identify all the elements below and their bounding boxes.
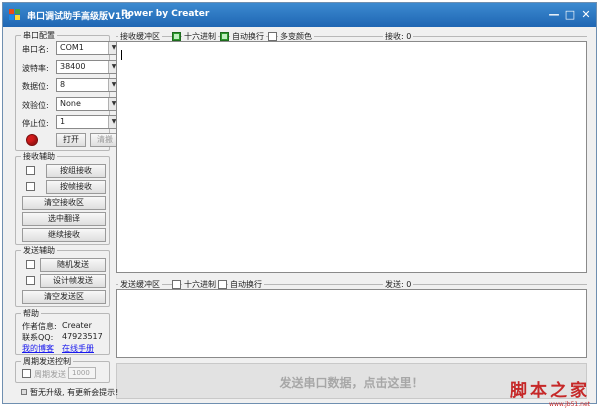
clear-send-button[interactable]: 清空发送区 <box>22 290 106 304</box>
databits-select[interactable]: 8 ▼ <box>56 78 120 92</box>
author-label: 作者信息: <box>22 322 57 331</box>
qq-label: 联系QQ: <box>22 333 54 342</box>
send-wrap-checkbox[interactable] <box>218 280 227 289</box>
open-port-button[interactable]: 打开 <box>56 133 86 147</box>
flip-selected-button[interactable]: 选中翻译 <box>22 212 106 226</box>
help-group: 帮助 作者信息: Creater 联系QQ: 47923517 我的博客 在线手… <box>15 308 110 355</box>
author-value: Creater <box>62 321 92 330</box>
random-send-checkbox[interactable] <box>26 260 35 269</box>
periodic-send-label: 周期发送 <box>34 370 66 379</box>
receive-textarea[interactable] <box>116 41 587 273</box>
interval-input[interactable]: 1000 <box>68 367 96 379</box>
periodic-send-title: 周期发送控制 <box>21 356 73 367</box>
serial-config-group: 串口配置 串口名: COM1 ▼ 波特率: 38400 ▼ 数据位: 8 ▼ 效… <box>15 30 120 151</box>
blog-link[interactable]: 我的博客 <box>22 343 54 354</box>
manual-link[interactable]: 在线手册 <box>62 343 94 354</box>
port-select[interactable]: COM1 ▼ <box>56 41 120 55</box>
status-icon <box>21 389 27 395</box>
send-assist-title: 发送辅助 <box>21 245 57 256</box>
watermark: 脚本之家 www.jb51.net <box>510 376 590 408</box>
send-textarea[interactable] <box>116 289 587 358</box>
interval-value: 1000 <box>72 369 90 377</box>
maximize-button[interactable]: □ <box>562 8 578 22</box>
receive-assist-title: 接收辅助 <box>21 151 57 162</box>
databits-label: 数据位: <box>22 82 49 91</box>
port-value: COM1 <box>60 43 84 52</box>
frame-send-checkbox[interactable] <box>26 276 35 285</box>
random-send-button[interactable]: 随机发送 <box>40 258 106 272</box>
stopbits-label: 停止位: <box>22 119 49 128</box>
close-button[interactable]: ✕ <box>578 8 594 22</box>
port-label: 串口名: <box>22 45 49 54</box>
baud-value: 38400 <box>60 62 86 71</box>
periodic-send-group: 周期发送控制 周期发送 1000 <box>15 356 110 383</box>
stopbits-value: 1 <box>60 117 66 126</box>
serial-config-title: 串口配置 <box>21 30 57 41</box>
app-icon <box>9 9 21 21</box>
frame-send-button[interactable]: 设计帧发送 <box>40 274 106 288</box>
send-assist-group: 发送辅助 随机发送 设计帧发送 清空发送区 <box>15 245 110 307</box>
port-status-led-icon <box>26 134 38 146</box>
stopbits-select[interactable]: 1 ▼ <box>56 115 120 129</box>
parity-value: None <box>60 99 81 108</box>
continue-receive-button[interactable]: 继续接收 <box>22 228 106 242</box>
parity-label: 效验位: <box>22 101 49 110</box>
window-title: 串口调试助手高级版V1.6 <box>27 12 131 22</box>
clear-receive-button[interactable]: 清空接收区 <box>22 196 106 210</box>
receive-wrap-checkbox[interactable] <box>220 32 229 41</box>
databits-value: 8 <box>60 80 66 89</box>
qq-value: 47923517 <box>62 332 103 341</box>
minimize-button[interactable]: — <box>546 8 562 22</box>
receive-color-checkbox[interactable] <box>268 32 277 41</box>
baud-label: 波特率: <box>22 64 49 73</box>
periodic-send-checkbox[interactable] <box>22 369 31 378</box>
baud-select[interactable]: 38400 ▼ <box>56 60 120 74</box>
by-line-checkbox[interactable] <box>26 166 35 175</box>
send-hex-checkbox[interactable] <box>172 280 181 289</box>
help-title: 帮助 <box>21 308 41 319</box>
by-frame-button[interactable]: 按帧接收 <box>46 180 106 194</box>
main-window: 串口调试助手高级版V1.6 Power by Creater — □ ✕ 串口配… <box>2 2 597 404</box>
text-cursor <box>121 50 122 60</box>
title-bar: 串口调试助手高级版V1.6 Power by Creater — □ ✕ <box>3 3 596 27</box>
parity-select[interactable]: None ▼ <box>56 97 120 111</box>
window-subtitle: Power by Creater <box>121 9 210 19</box>
receive-hex-checkbox[interactable] <box>172 32 181 41</box>
by-line-button[interactable]: 按组接收 <box>46 164 106 178</box>
status-text: 暂无升级, 有更新会提示! <box>30 388 119 397</box>
receive-assist-group: 接收辅助 按组接收 按帧接收 清空接收区 选中翻译 继续接收 <box>15 151 110 245</box>
watermark-text: 脚本之家 <box>510 381 590 401</box>
by-frame-checkbox[interactable] <box>26 182 35 191</box>
watermark-url: www.jb51.net <box>549 401 590 408</box>
